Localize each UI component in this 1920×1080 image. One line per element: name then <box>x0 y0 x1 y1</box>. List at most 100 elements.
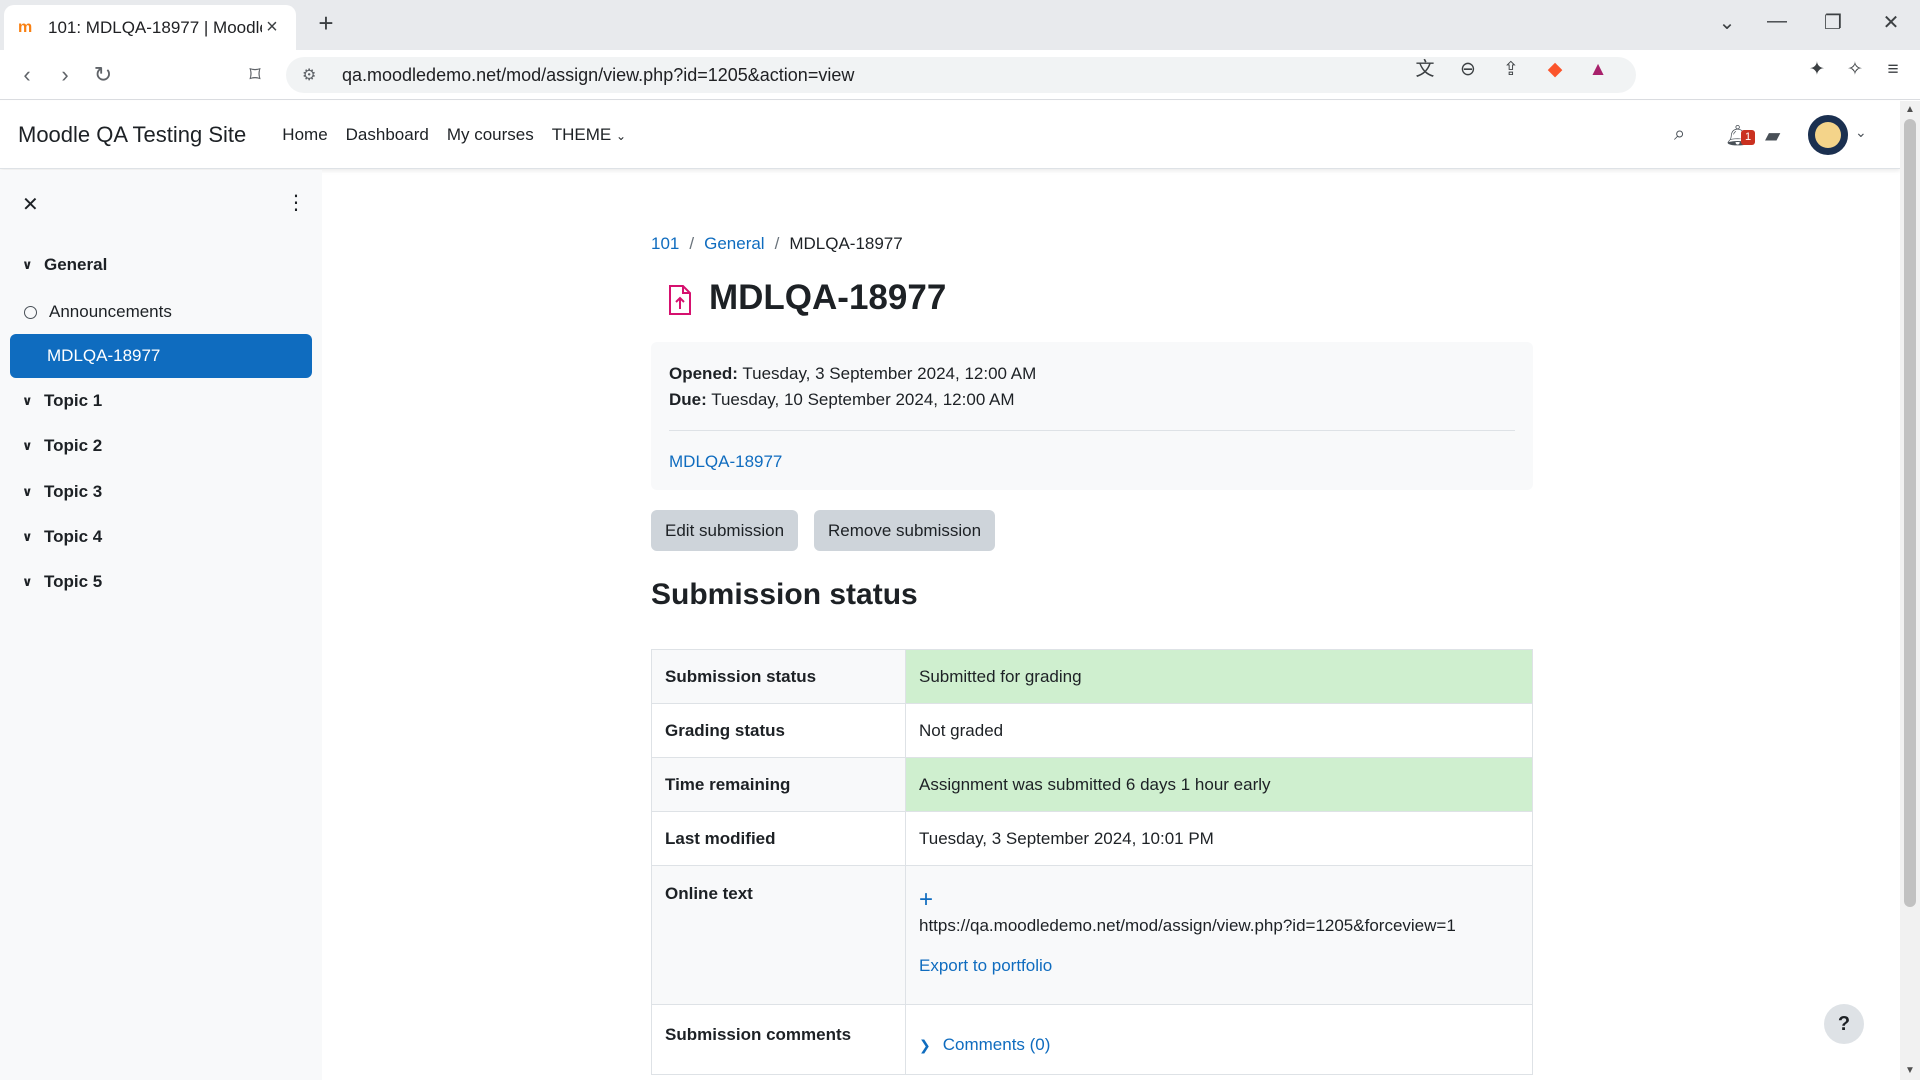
last-modified-value: Tuesday, 3 September 2024, 10:01 PM <box>905 811 1533 866</box>
moodle-navbar: Moodle QA Testing Site Home Dashboard My… <box>0 101 1900 169</box>
course-index-drawer: ✕ ⋮ ∨ General Announcements MDLQA-18977 … <box>0 170 322 1080</box>
new-tab-button[interactable]: + <box>312 10 340 38</box>
activity-dates: Opened: Tuesday, 3 September 2024, 12:00… <box>651 342 1533 490</box>
minimize-button[interactable]: — <box>1762 10 1792 33</box>
expand-plus-icon[interactable]: + <box>919 888 1519 912</box>
nav-theme-label: THEME <box>551 124 612 144</box>
drawer-item-label: MDLQA-18977 <box>47 346 161 365</box>
tab-title: 101: MDLQA-18977 | Moodle C <box>48 17 262 37</box>
comments-toggle[interactable]: ❯ Comments (0) <box>919 1035 1050 1055</box>
breadcrumb-course[interactable]: 101 <box>651 234 679 254</box>
opened-value: Tuesday, 3 September 2024, 12:00 AM <box>737 364 1037 383</box>
opened-label: Opened: <box>669 364 738 383</box>
primary-navigation: Home Dashboard My courses THEME ⌄ <box>282 125 626 145</box>
submission-status-table: Submission status Submitted for grading … <box>651 649 1533 1075</box>
drawer-section-label: Topic 2 <box>44 436 103 455</box>
chevron-down-icon[interactable]: ∨ <box>22 484 44 500</box>
export-to-portfolio-link[interactable]: Export to portfolio <box>919 956 1519 976</box>
help-button[interactable]: ? <box>1824 1004 1864 1044</box>
chevron-down-icon[interactable]: ∨ <box>22 257 44 273</box>
table-row: Submission status Submitted for grading <box>651 649 1533 704</box>
nav-home[interactable]: Home <box>282 125 327 145</box>
search-icon[interactable]: ⌕ <box>1674 123 1685 146</box>
drawer-section-label: Topic 1 <box>44 391 103 410</box>
submission-status-heading: Submission status <box>651 578 918 611</box>
browser-tab[interactable]: m 101: MDLQA-18977 | Moodle C × <box>4 5 296 50</box>
scroll-thumb[interactable] <box>1904 119 1916 907</box>
chevron-down-icon[interactable]: ∨ <box>22 574 44 590</box>
scroll-up-arrow-icon[interactable]: ▲ <box>1905 104 1915 115</box>
breadcrumb-separator: / <box>689 234 695 253</box>
kebab-menu-icon[interactable]: ⋮ <box>286 190 306 215</box>
assignment-icon <box>669 285 691 315</box>
zoom-icon[interactable]: ⊖ <box>1455 58 1481 82</box>
remove-submission-button[interactable]: Remove submission <box>814 510 996 551</box>
extensions-icon[interactable]: ✦ <box>1804 58 1830 82</box>
table-row: Time remaining Assignment was submitted … <box>651 757 1533 812</box>
drawer-section-topic-5[interactable]: ∨ Topic 5 <box>10 560 312 604</box>
drawer-section-label: Topic 4 <box>44 527 103 546</box>
drawer-section-general[interactable]: ∨ General <box>10 243 312 287</box>
drawer-item-label: Announcements <box>49 302 172 321</box>
row-label: Time remaining <box>651 757 906 812</box>
share-icon[interactable]: ⇪ <box>1498 58 1524 82</box>
drawer-section-label: Topic 3 <box>44 482 103 501</box>
user-menu-chevron-icon[interactable]: ⌄ <box>1855 124 1867 141</box>
opened-date: Opened: Tuesday, 3 September 2024, 12:00… <box>669 364 1036 384</box>
breadcrumb-current: MDLQA-18977 <box>789 234 903 253</box>
browser-toolbar: ‹ › ↻ ⌑ ⚙ qa.moodledemo.net/mod/assign/v… <box>0 50 1920 100</box>
tab-search-icon[interactable]: ⌄ <box>1712 10 1742 35</box>
row-label: Grading status <box>651 703 906 758</box>
comments-link-label: Comments (0) <box>942 1035 1051 1054</box>
close-window-button[interactable]: ✕ <box>1876 10 1906 35</box>
drawer-section-topic-4[interactable]: ∨ Topic 4 <box>10 515 312 559</box>
brave-shields-icon[interactable]: ◆ <box>1542 58 1568 82</box>
page-title: MDLQA-18977 <box>709 278 947 317</box>
table-row: Submission comments ❯ Comments (0) <box>651 1004 1533 1075</box>
chevron-down-icon[interactable]: ∨ <box>22 438 44 454</box>
messages-icon[interactable]: ▰ <box>1765 123 1780 148</box>
breadcrumb-separator: / <box>774 234 780 253</box>
back-icon[interactable]: ‹ <box>12 62 42 88</box>
nav-dashboard[interactable]: Dashboard <box>346 125 429 145</box>
nav-theme[interactable]: THEME ⌄ <box>552 125 626 145</box>
menu-icon[interactable]: ≡ <box>1880 58 1906 82</box>
restore-button[interactable]: ❐ <box>1818 10 1848 35</box>
due-value: Tuesday, 10 September 2024, 12:00 AM <box>706 390 1015 409</box>
drawer-section-label: General <box>44 255 108 274</box>
row-label: Submission comments <box>651 1004 906 1075</box>
chevron-down-icon[interactable]: ∨ <box>22 529 44 545</box>
drawer-section-topic-2[interactable]: ∨ Topic 2 <box>10 424 312 468</box>
drawer-section-topic-3[interactable]: ∨ Topic 3 <box>10 470 312 514</box>
drawer-section-topic-1[interactable]: ∨ Topic 1 <box>10 379 312 423</box>
online-text-cell: + https://qa.moodledemo.net/mod/assign/v… <box>905 865 1533 1005</box>
drawer-item-mdlqa-18977[interactable]: MDLQA-18977 <box>10 334 312 378</box>
nav-my-courses[interactable]: My courses <box>447 125 534 145</box>
online-text-value: https://qa.moodledemo.net/mod/assign/vie… <box>919 916 1456 935</box>
breadcrumb: 101 / General / MDLQA-18977 <box>651 234 903 254</box>
activity-incomplete-icon <box>24 305 37 319</box>
brave-rewards-icon[interactable]: ▲ <box>1585 58 1611 82</box>
user-avatar[interactable] <box>1808 115 1848 155</box>
breadcrumb-section[interactable]: General <box>704 234 764 254</box>
chevron-down-icon[interactable]: ∨ <box>22 393 44 409</box>
drawer-item-announcements[interactable]: Announcements <box>10 290 312 334</box>
row-label: Last modified <box>651 811 906 866</box>
time-remaining-value: Assignment was submitted 6 days 1 hour e… <box>905 757 1533 812</box>
translate-icon[interactable]: 文 <box>1412 58 1438 82</box>
close-drawer-icon[interactable]: ✕ <box>22 192 39 217</box>
page-scrollbar[interactable]: ▲ ▼ <box>1900 101 1920 1080</box>
chevron-down-icon: ⌄ <box>615 128 627 143</box>
reload-icon[interactable]: ↻ <box>88 62 118 88</box>
intro-attachment-link[interactable]: MDLQA-18977 <box>669 452 782 472</box>
edit-submission-button[interactable]: Edit submission <box>651 510 799 551</box>
forward-icon[interactable]: › <box>50 62 80 88</box>
divider <box>669 430 1515 431</box>
bookmark-icon[interactable]: ⌑ <box>240 62 270 88</box>
site-info-icon[interactable]: ⚙ <box>302 65 326 85</box>
scroll-down-arrow-icon[interactable]: ▼ <box>1905 1065 1915 1076</box>
close-tab-icon[interactable]: × <box>262 16 282 39</box>
leo-ai-icon[interactable]: ✧ <box>1842 58 1868 82</box>
address-url[interactable]: qa.moodledemo.net/mod/assign/view.php?id… <box>342 65 854 86</box>
site-name[interactable]: Moodle QA Testing Site <box>18 122 246 148</box>
